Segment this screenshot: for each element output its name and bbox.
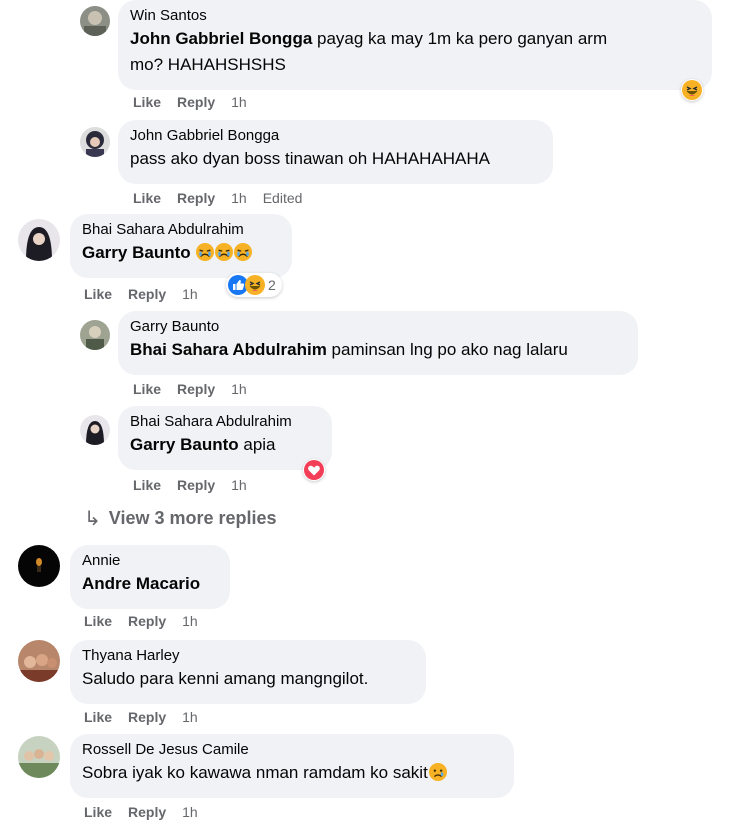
like-button[interactable]: Like [84,708,112,726]
like-button[interactable]: Like [133,93,161,111]
comment-author[interactable]: Win Santos [130,7,700,25]
comment-text: Garry Baunto [82,240,280,266]
comment-bubble: Garry Baunto Bhai Sahara Abdulrahim pami… [118,311,638,375]
like-button[interactable]: Like [84,803,112,821]
comment-author[interactable]: Rossell De Jesus Camile [82,741,502,759]
view-more-replies-button[interactable]: ↳ View 3 more replies [84,506,277,531]
comment-text: Garry Baunto apia [130,432,320,458]
comment-bubble: John Gabbriel Bongga pass ako dyan boss … [118,120,553,184]
comment-bubble: Annie Andre Macario [70,545,230,609]
comment-text-body: paminsan lng po ako nag lalaru [326,340,568,359]
comment-actions: Like Reply 1h [84,285,198,303]
reaction-count: 2 [268,277,276,293]
reply-button[interactable]: Reply [177,380,215,398]
reply-button[interactable]: Reply [177,476,215,494]
comment-author[interactable]: John Gabbriel Bongga [130,127,541,145]
comment-actions: Like Reply 1h [133,380,247,398]
comment-actions: Like Reply 1h [133,93,247,111]
mention[interactable]: Garry Baunto [82,243,191,262]
reply-button[interactable]: Reply [128,285,166,303]
crying-face-icon [196,243,215,261]
reply-button[interactable]: Reply [128,708,166,726]
comment-text-body: Sobra iyak ko kawawa nman ramdam ko saki… [82,763,428,782]
avatar[interactable] [18,219,60,261]
comment-text: Sobra iyak ko kawawa nman ramdam ko saki… [82,760,502,786]
comment-actions: Like Reply 1h [133,476,247,494]
reply-button[interactable]: Reply [177,189,215,207]
like-button[interactable]: Like [84,612,112,630]
reaction-summary[interactable]: 2 [226,273,282,297]
like-button[interactable]: Like [133,380,161,398]
comment-text: Saludo para kenni amang mangngilot. [82,669,369,688]
comment-author[interactable]: Annie [82,552,218,570]
comment-actions: Like Reply 1h Edited [133,189,302,207]
haha-emoji-icon [245,275,265,295]
comment-actions: Like Reply 1h [84,708,198,726]
comment-bubble: Win Santos John Gabbriel Bongga payag ka… [118,0,712,90]
mention[interactable]: Garry Baunto [130,435,239,454]
mention[interactable]: John Gabbriel Bongga [130,29,312,48]
timestamp[interactable]: 1h [231,476,247,494]
reaction-summary[interactable] [303,459,325,481]
comment-text-line1: payag ka may 1m ka pero ganyan arm [312,29,608,48]
timestamp[interactable]: 1h [182,708,198,726]
comment-text-body: apia [238,435,276,454]
timestamp[interactable]: 1h [182,803,198,821]
timestamp[interactable]: 1h [231,189,247,207]
reply-arrow-icon: ↳ [84,508,101,530]
comment-bubble: Bhai Sahara Abdulrahim Garry Baunto [70,214,292,278]
avatar[interactable] [80,6,110,36]
avatar[interactable] [18,545,60,587]
comment-author[interactable]: Bhai Sahara Abdulrahim [82,221,280,239]
reply-button[interactable]: Reply [128,612,166,630]
comment-text: Andre Macario [82,571,218,597]
comment-text-line2: mo? HAHAHSHSHS [130,55,286,74]
comment-actions: Like Reply 1h [84,803,198,821]
comment-bubble: Rossell De Jesus Camile Sobra iyak ko ka… [70,734,514,798]
mention[interactable]: Andre Macario [82,574,200,593]
comment-author[interactable]: Thyana Harley [82,647,414,665]
comment-text: Bhai Sahara Abdulrahim paminsan lng po a… [130,337,626,363]
comment-bubble: Thyana Harley Saludo para kenni amang ma… [70,640,426,704]
like-button[interactable]: Like [84,285,112,303]
view-more-replies-label: View 3 more replies [108,508,277,528]
avatar[interactable] [80,320,110,350]
reply-button[interactable]: Reply [177,93,215,111]
reaction-summary[interactable] [681,79,703,101]
crying-face-icon [215,243,234,261]
comment-actions: Like Reply 1h [84,612,198,630]
like-button[interactable]: Like [133,189,161,207]
haha-emoji-icon [682,80,702,100]
avatar[interactable] [18,736,60,778]
comment-author[interactable]: Garry Baunto [130,318,626,336]
avatar[interactable] [18,640,60,682]
timestamp[interactable]: 1h [182,285,198,303]
timestamp[interactable]: 1h [231,380,247,398]
like-button[interactable]: Like [133,476,161,494]
comment-text: pass ako dyan boss tinawan oh HAHAHAHAHA [130,149,491,168]
crying-face-icon [234,243,253,261]
timestamp[interactable]: 1h [182,612,198,630]
timestamp[interactable]: 1h [231,93,247,111]
comment-bubble: Bhai Sahara Abdulrahim Garry Baunto apia [118,406,332,470]
avatar[interactable] [80,415,110,445]
comment-author[interactable]: Bhai Sahara Abdulrahim [130,413,320,431]
crying-face-icon [428,763,447,781]
edited-label[interactable]: Edited [263,189,303,207]
mention[interactable]: Bhai Sahara Abdulrahim [130,340,327,359]
reply-button[interactable]: Reply [128,803,166,821]
love-reaction-icon [304,460,324,480]
avatar[interactable] [80,127,110,157]
comment-text: John Gabbriel Bongga payag ka may 1m ka … [130,26,700,78]
